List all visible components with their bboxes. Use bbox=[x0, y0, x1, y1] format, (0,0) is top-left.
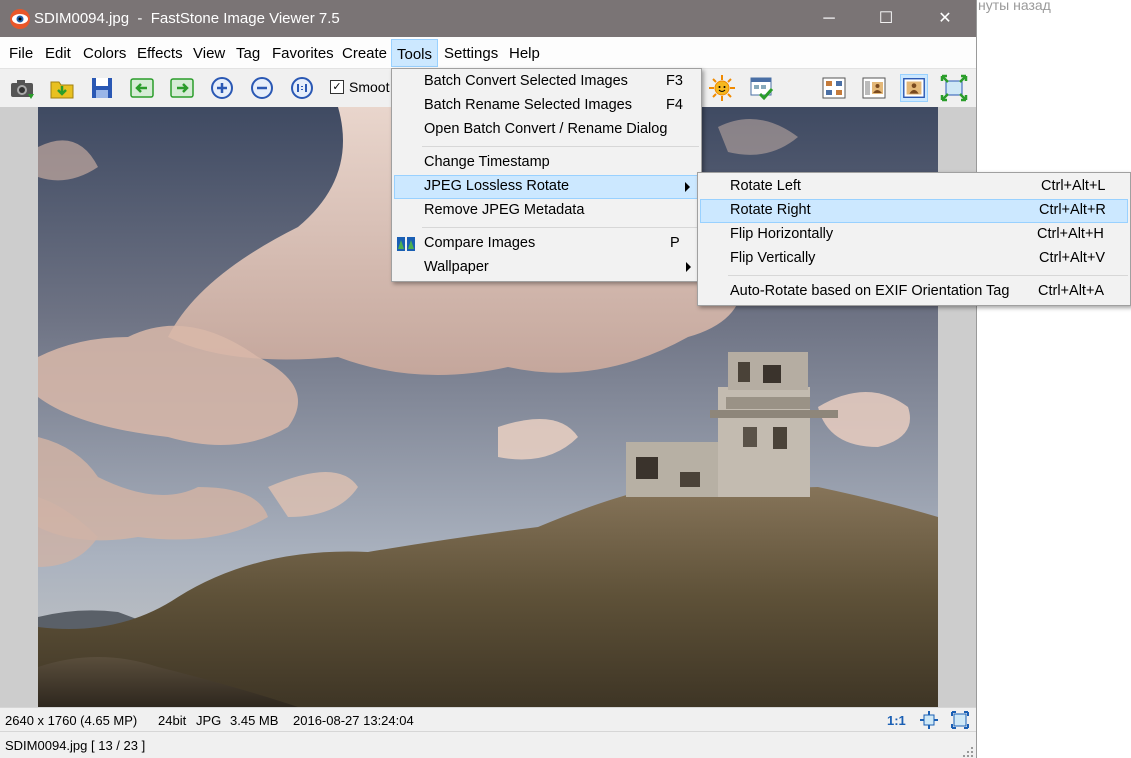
zoom-in-icon[interactable] bbox=[208, 74, 236, 102]
menu-view[interactable]: View bbox=[193, 45, 225, 62]
menu-item-open-batch-dialog[interactable]: Open Batch Convert / Rename Dialog bbox=[394, 118, 699, 142]
status-bar-file: SDIM0094.jpg [ 13 / 23 ] bbox=[0, 731, 976, 758]
minimize-icon: ─ bbox=[823, 10, 835, 27]
menu-help[interactable]: Help bbox=[509, 45, 540, 62]
menu-item-label: Batch Rename Selected Images bbox=[424, 97, 632, 113]
bit-depth: 24bit bbox=[158, 713, 187, 728]
status-bar-info: 2640 x 1760 (4.65 MP) 24bit JPG 3.45 MB … bbox=[0, 707, 976, 731]
menu-item-jpeg-lossless-rotate[interactable]: JPEG Lossless Rotate bbox=[394, 175, 699, 199]
fit-window-icon[interactable] bbox=[920, 711, 938, 729]
close-button[interactable]: ✕ bbox=[922, 0, 968, 37]
tools-menu: Batch Convert Selected Images F3 Batch R… bbox=[391, 68, 702, 282]
actual-size-icon[interactable] bbox=[288, 74, 316, 102]
window-title: SDIM0094.jpg - FastStone Image Viewer 7.… bbox=[34, 10, 340, 27]
camera-icon[interactable] bbox=[8, 74, 36, 102]
zoom-out-icon[interactable] bbox=[248, 74, 276, 102]
menu-item-label: Open Batch Convert / Rename Dialog bbox=[424, 121, 668, 137]
menu-item-change-timestamp[interactable]: Change Timestamp bbox=[394, 151, 699, 175]
submenu-item-shortcut: Ctrl+Alt+R bbox=[1039, 202, 1106, 218]
menu-settings[interactable]: Settings bbox=[444, 45, 498, 62]
zoom-ratio[interactable]: 1:1 bbox=[887, 713, 906, 728]
menu-item-shortcut: F4 bbox=[666, 97, 683, 113]
menu-tag[interactable]: Tag bbox=[236, 45, 260, 62]
submenu-item-label: Rotate Right bbox=[730, 202, 811, 218]
close-icon: ✕ bbox=[938, 10, 952, 27]
menu-file[interactable]: File bbox=[9, 45, 33, 62]
open-folder-icon[interactable] bbox=[48, 74, 76, 102]
menu-effects[interactable]: Effects bbox=[137, 45, 183, 62]
smooth-checkbox[interactable]: ✓ bbox=[330, 80, 344, 94]
menu-edit[interactable]: Edit bbox=[45, 45, 71, 62]
file-format: JPG bbox=[196, 713, 222, 728]
submenu-item-label: Flip Vertically bbox=[730, 250, 816, 266]
title-bar[interactable]: SDIM0094.jpg - FastStone Image Viewer 7.… bbox=[0, 0, 976, 37]
faststone-app-icon bbox=[10, 9, 30, 29]
file-position: SDIM0094.jpg [ 13 / 23 ] bbox=[5, 738, 146, 753]
menu-item-batch-rename[interactable]: Batch Rename Selected Images F4 bbox=[394, 94, 699, 118]
submenu-item-label: Rotate Left bbox=[730, 178, 801, 194]
menu-colors[interactable]: Colors bbox=[83, 45, 126, 62]
submenu-item-flip-horizontally[interactable]: Flip Horizontally Ctrl+Alt+H bbox=[700, 223, 1128, 247]
file-datetime: 2016-08-27 13:24:04 bbox=[293, 713, 414, 728]
menu-item-wallpaper[interactable]: Wallpaper bbox=[394, 256, 699, 280]
menu-separator bbox=[422, 146, 699, 147]
save-icon[interactable] bbox=[88, 74, 116, 102]
menu-item-batch-convert[interactable]: Batch Convert Selected Images F3 bbox=[394, 70, 699, 94]
submenu-item-flip-vertically[interactable]: Flip Vertically Ctrl+Alt+V bbox=[700, 247, 1128, 271]
menu-separator bbox=[422, 227, 699, 228]
menu-tools[interactable]: Tools bbox=[391, 39, 439, 67]
thumbnails-icon[interactable] bbox=[820, 74, 848, 102]
menu-item-label: Wallpaper bbox=[424, 259, 489, 275]
full-screen-icon[interactable] bbox=[951, 711, 969, 729]
submenu-item-rotate-right[interactable]: Rotate Right Ctrl+Alt+R bbox=[700, 199, 1128, 223]
submenu-arrow-icon bbox=[685, 182, 690, 192]
submenu-item-label: Auto-Rotate based on EXIF Orientation Ta… bbox=[730, 283, 1010, 299]
submenu-item-label: Flip Horizontally bbox=[730, 226, 834, 242]
submenu-item-shortcut: Ctrl+Alt+H bbox=[1037, 226, 1104, 242]
submenu-item-shortcut: Ctrl+Alt+L bbox=[1041, 178, 1106, 194]
previous-icon[interactable] bbox=[128, 74, 156, 102]
image-dimensions: 2640 x 1760 (4.65 MP) bbox=[5, 713, 138, 728]
next-icon[interactable] bbox=[168, 74, 196, 102]
resize-grip-icon[interactable] bbox=[962, 746, 974, 758]
sun-effects-icon[interactable] bbox=[708, 74, 736, 102]
menu-item-shortcut: P bbox=[670, 235, 680, 251]
menu-item-label: Change Timestamp bbox=[424, 154, 550, 170]
smooth-label: Smoot bbox=[349, 79, 390, 95]
fit-screen-icon[interactable] bbox=[940, 74, 968, 102]
browser-icon[interactable] bbox=[860, 74, 888, 102]
menu-item-compare-images[interactable]: Compare Images P bbox=[394, 232, 699, 256]
menu-item-label: Compare Images bbox=[424, 235, 536, 251]
menu-create[interactable]: Create bbox=[342, 45, 387, 62]
submenu-item-auto-rotate[interactable]: Auto-Rotate based on EXIF Orientation Ta… bbox=[700, 280, 1128, 304]
menu-favorites[interactable]: Favorites bbox=[272, 45, 334, 62]
minimize-button[interactable]: ─ bbox=[806, 0, 852, 37]
menu-item-shortcut: F3 bbox=[666, 73, 683, 89]
maximize-button[interactable]: ☐ bbox=[863, 0, 909, 37]
menu-item-remove-metadata[interactable]: Remove JPEG Metadata bbox=[394, 199, 699, 223]
compare-icon bbox=[397, 237, 415, 251]
menu-item-label: Remove JPEG Metadata bbox=[424, 202, 585, 218]
submenu-arrow-icon bbox=[686, 262, 691, 272]
maximize-icon: ☐ bbox=[878, 10, 894, 27]
background-window-text: нуты назад bbox=[978, 0, 1051, 13]
fullscreen-person-icon[interactable] bbox=[900, 74, 928, 102]
rotate-submenu: Rotate Left Ctrl+Alt+L Rotate Right Ctrl… bbox=[697, 172, 1131, 306]
menu-separator bbox=[728, 275, 1128, 276]
menu-item-label: JPEG Lossless Rotate bbox=[424, 178, 570, 194]
submenu-item-shortcut: Ctrl+Alt+A bbox=[1038, 283, 1105, 299]
menu-bar: File Edit Colors Effects View Tag Favori… bbox=[0, 37, 976, 69]
menu-item-label: Batch Convert Selected Images bbox=[424, 73, 628, 89]
slideshow-check-icon[interactable] bbox=[748, 74, 776, 102]
submenu-item-rotate-left[interactable]: Rotate Left Ctrl+Alt+L bbox=[700, 175, 1128, 199]
file-size: 3.45 MB bbox=[230, 713, 279, 728]
submenu-item-shortcut: Ctrl+Alt+V bbox=[1039, 250, 1106, 266]
